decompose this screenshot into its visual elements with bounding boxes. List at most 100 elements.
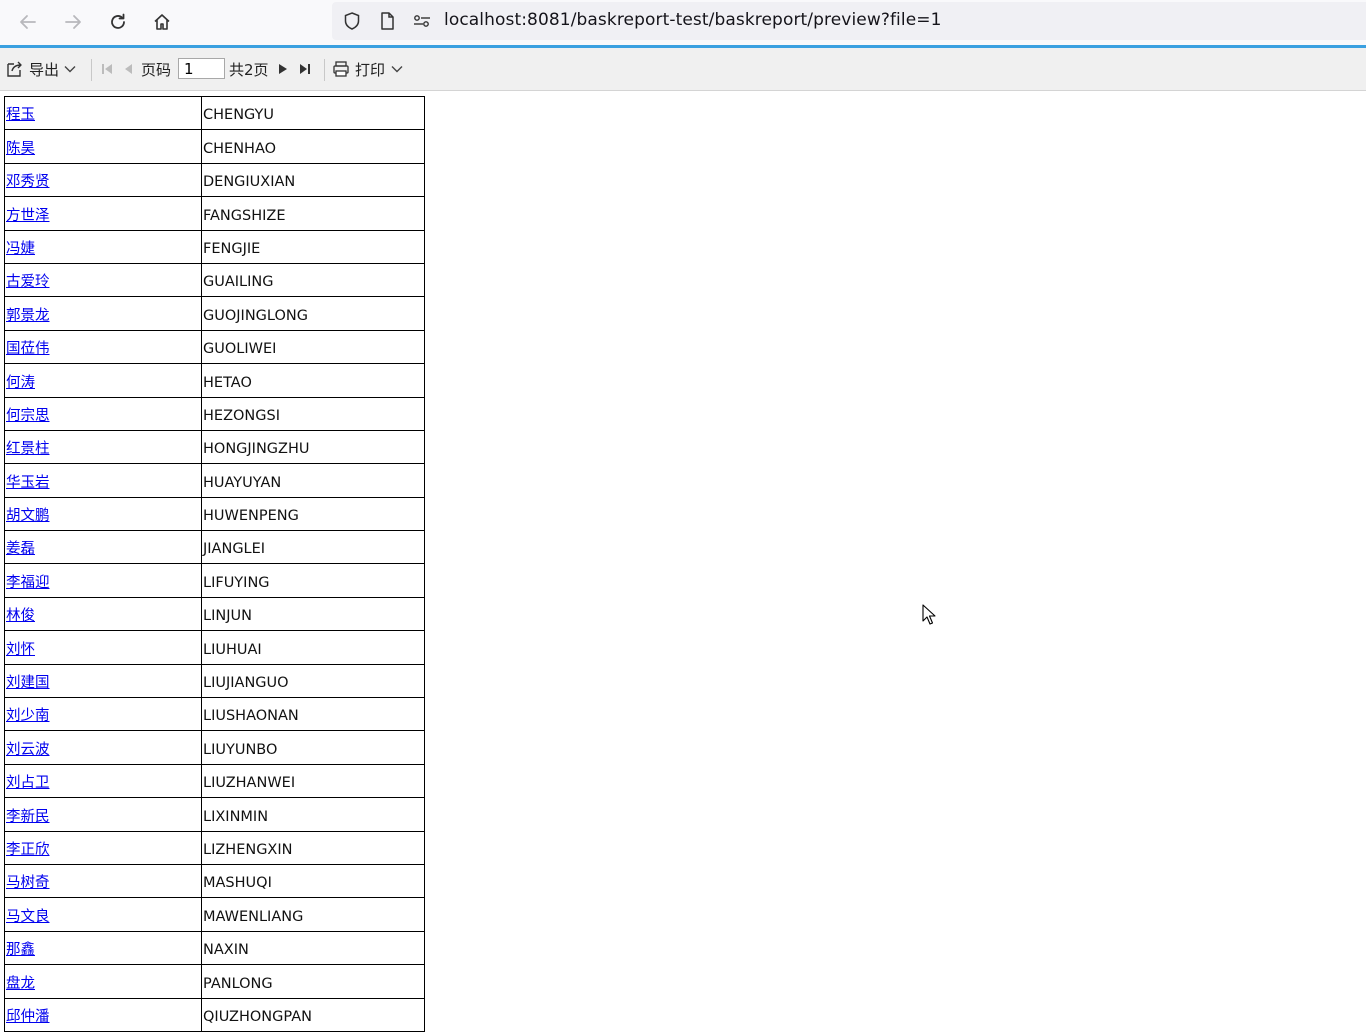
first-page-icon [102,64,112,74]
back-button[interactable] [14,8,42,36]
name-link[interactable]: 陈昊 [6,141,35,157]
name-link[interactable]: 郭景龙 [6,308,50,324]
pinyin-cell: HUWENPENG [201,496,425,532]
name-link[interactable]: 邱仲潘 [6,1009,50,1025]
pinyin-cell: LIUYUNBO [201,730,425,765]
table-row: 刘少南 LIUSHAONAN [4,697,425,732]
table-row: 方世泽 FANGSHIZE [4,196,425,231]
toolbar-divider [324,59,325,81]
name-cell: 马文良 [4,897,202,932]
permissions-icon[interactable] [412,11,432,31]
name-link[interactable]: 李福迎 [6,575,50,591]
name-link[interactable]: 何涛 [6,375,35,391]
table-row: 刘占卫 LIUZHANWEI [4,763,425,799]
report-table-body: 程玉 CHENGYU 陈昊 CHENHAO 邓秀贤 DENGIUXIAN 方世泽 FANGSH… [4,95,425,1032]
address-bar[interactable]: localhost:8081/baskreport-test/baskrepor… [332,2,1366,40]
name-link[interactable]: 胡文鹏 [6,508,50,524]
name-cell: 古爱玲 [4,262,202,298]
reload-icon [111,13,125,29]
name-cell: 李正欣 [4,830,202,865]
table-row: 李福迎 LIFUYING [4,563,425,598]
name-cell: 华玉岩 [4,463,202,498]
table-row: 胡文鹏 HUWENPENG [4,496,425,532]
name-link[interactable]: 那鑫 [6,942,35,958]
reload-button[interactable] [104,8,132,36]
name-cell: 方世泽 [4,196,202,231]
pinyin-cell: CHENGYU [201,95,425,131]
print-menu-button[interactable]: 打印 [332,57,404,81]
name-link[interactable]: 国莅伟 [6,341,50,357]
next-page-button[interactable] [277,57,289,81]
name-cell: 何宗思 [4,396,202,431]
back-arrow-icon [20,15,36,29]
table-row: 刘怀 LIUHUAI [4,630,425,665]
name-link[interactable]: 盘龙 [6,976,35,992]
name-link[interactable]: 刘怀 [6,642,35,658]
home-button[interactable] [148,8,176,36]
first-page-button[interactable] [100,57,114,81]
name-cell: 冯婕 [4,229,202,264]
table-row: 何涛 HETAO [4,363,425,398]
name-link[interactable]: 马树奇 [6,875,50,891]
pinyin-cell: LIFUYING [201,563,425,598]
name-link[interactable]: 李新民 [6,809,50,825]
last-page-button[interactable] [298,57,312,81]
url-text[interactable]: localhost:8081/baskreport-test/baskrepor… [444,10,942,30]
name-link[interactable]: 马文良 [6,909,50,925]
name-link[interactable]: 李正欣 [6,842,50,858]
chevron-down-icon [64,66,76,73]
name-cell: 胡文鹏 [4,496,202,532]
name-cell: 红景柱 [4,429,202,465]
last-page-icon [300,64,310,74]
name-link[interactable]: 何宗思 [6,408,50,424]
previous-page-icon [125,64,132,74]
table-row: 华玉岩 HUAYUYAN [4,463,425,498]
name-link[interactable]: 华玉岩 [6,475,50,491]
pinyin-cell: LIXINMIN [201,797,425,832]
page-icon [377,11,397,31]
page-number-input[interactable] [178,58,225,79]
name-cell: 李新民 [4,797,202,832]
forward-button[interactable] [59,8,87,36]
pinyin-cell: GUOJINGLONG [201,296,425,331]
name-link[interactable]: 姜磊 [6,541,35,557]
name-link[interactable]: 刘建国 [6,675,50,691]
export-label: 导出 [29,60,60,79]
browser-toolbar: localhost:8081/baskreport-test/baskrepor… [0,0,1366,45]
mouse-pointer-icon [922,604,936,625]
name-link[interactable]: 刘云波 [6,742,50,758]
pinyin-cell: JIANGLEI [201,530,425,565]
shield-icon[interactable] [342,11,362,31]
export-menu-button[interactable]: 导出 [6,57,77,81]
name-cell: 程玉 [4,95,202,131]
pinyin-cell: LIUJIANGUO [201,663,425,699]
name-link[interactable]: 刘少南 [6,708,50,724]
name-cell: 刘少南 [4,697,202,732]
name-link[interactable]: 冯婕 [6,241,35,257]
pinyin-cell: CHENHAO [201,129,425,164]
name-link[interactable]: 邓秀贤 [6,174,50,190]
name-cell: 刘建国 [4,663,202,699]
pinyin-cell: HETAO [201,363,425,398]
printer-icon [333,61,349,77]
name-link[interactable]: 程玉 [6,107,35,123]
pinyin-cell: HEZONGSI [201,396,425,431]
name-cell: 郭景龙 [4,296,202,331]
report-toolbar: 导出 页码 共2页 打印 [0,48,1366,91]
name-cell: 盘龙 [4,964,202,999]
previous-page-button[interactable] [122,57,134,81]
name-cell: 邱仲潘 [4,997,202,1032]
name-link[interactable]: 刘占卫 [6,775,50,791]
name-link[interactable]: 古爱玲 [6,274,50,290]
toolbar-divider [91,59,92,81]
name-link[interactable]: 红景柱 [6,441,50,457]
home-icon [154,14,170,30]
name-link[interactable]: 林俊 [6,608,35,624]
name-link[interactable]: 方世泽 [6,208,50,224]
pinyin-cell: LIZHENGXIN [201,830,425,865]
pinyin-cell: MASHUQI [201,863,425,899]
name-cell: 林俊 [4,596,202,632]
pinyin-cell: MAWENLIANG [201,897,425,932]
name-cell: 陈昊 [4,129,202,164]
table-row: 邓秀贤 DENGIUXIAN [4,162,425,198]
